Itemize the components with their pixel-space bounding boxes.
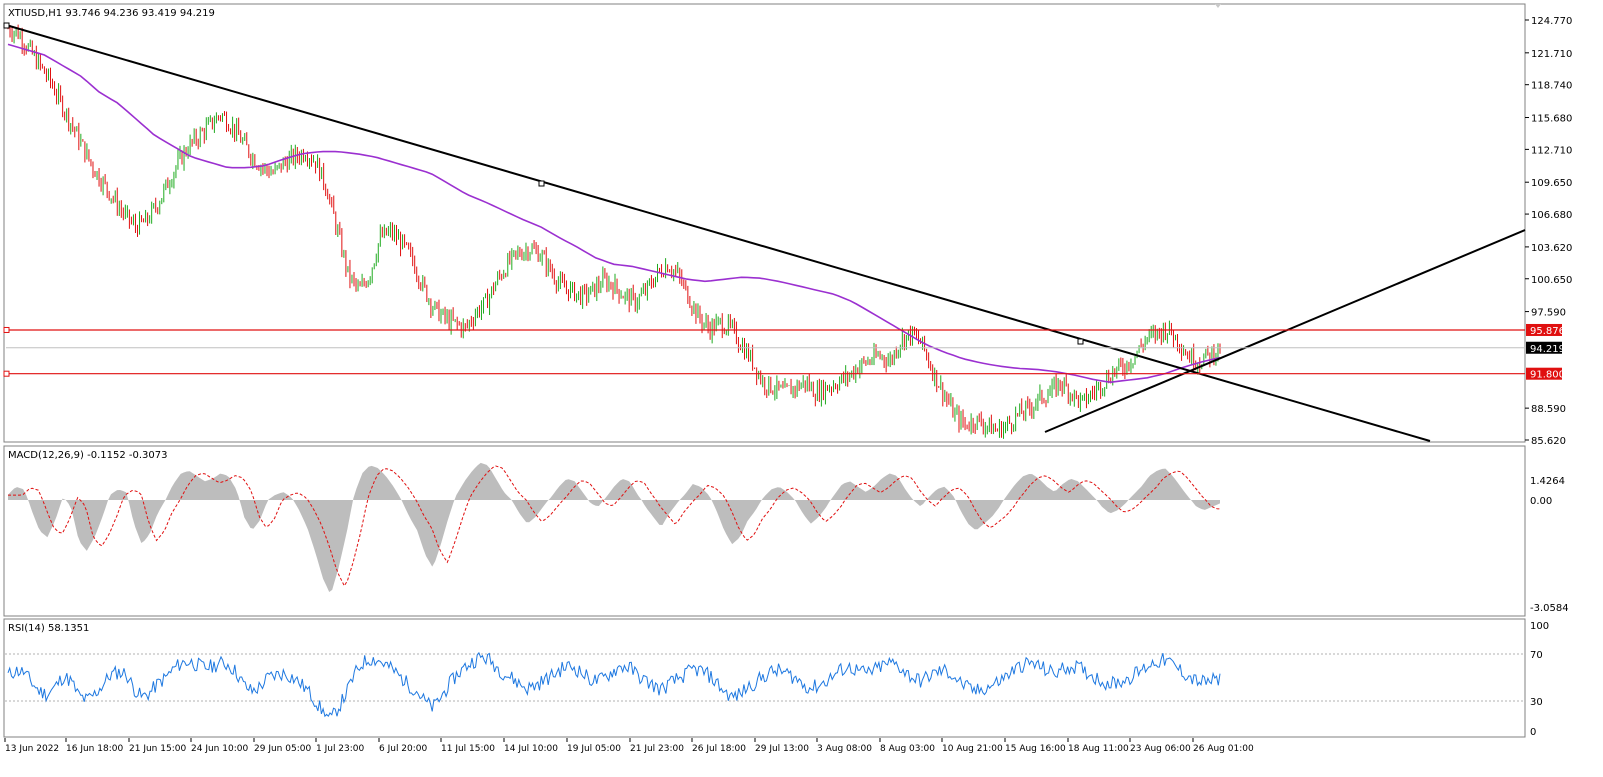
time-axis-label: 18 Aug 11:00 [1068,744,1129,754]
time-axis-label: 11 Jul 15:00 [441,744,495,754]
price-axis-tick-label: 118.740 [1531,81,1572,92]
level-handle[interactable] [3,370,10,377]
chart-symbol-header: XTIUSD,H1 93.746 94.236 93.419 94.219 [8,8,215,19]
trendline-anchor[interactable] [1077,338,1084,345]
price-panel[interactable]: XTIUSD,H1 93.746 94.236 93.419 94.219 [3,3,1526,443]
time-axis-label: 29 Jun 05:00 [254,744,311,754]
support-price-label: 91.800 [1530,370,1565,381]
time-axis-label: 26 Aug 01:00 [1193,744,1254,754]
price-axis-tags: 95.876 94.219 91.800 [1526,323,1565,381]
price-axis-tick-label: 112.710 [1531,145,1572,156]
time-axis-label: 29 Jul 13:00 [755,744,809,754]
time-axis-label: 21 Jun 15:00 [129,744,186,754]
price-axis-tick-label: 106.680 [1531,210,1572,221]
time-axis-label: 15 Aug 16:00 [1005,744,1066,754]
resistance-price-label: 95.876 [1530,326,1565,337]
time-axis-label: 13 Jun 2022 [5,744,59,754]
time-axis-label: 8 Aug 03:00 [880,744,935,754]
macd-tick: 0.00 [1530,496,1552,507]
time-axis-label: 6 Jul 20:00 [379,744,428,754]
price-axis-tick-label: 97.590 [1531,308,1566,319]
price-axis-tick-label: 88.590 [1531,404,1566,415]
macd-panel-frame [3,445,1526,617]
time-axis-label: 1 Jul 23:00 [316,744,365,754]
price-axis-tick-label: 115.680 [1531,114,1572,125]
macd-tick: -3.0584 [1530,603,1569,614]
price-axis-tick-label: 103.620 [1531,243,1572,254]
price-axis-tick-label: 124.770 [1531,16,1572,27]
time-axis-label: 3 Aug 08:00 [817,744,872,754]
level-handle[interactable] [3,326,10,333]
time-axis-label: 14 Jul 10:00 [504,744,558,754]
rsi-tick: 30 [1530,697,1543,708]
rsi-tick: 70 [1530,650,1543,661]
time-axis-label: 24 Jun 10:00 [191,744,248,754]
trading-chart[interactable]: XTIUSD,H1 93.746 94.236 93.419 94.219 12… [0,0,1603,777]
price-panel-frame [3,3,1526,443]
rsi-header: RSI(14) 58.1351 [8,623,89,634]
price-axis-tick-label: 109.650 [1531,178,1572,189]
rsi-tick: 100 [1530,621,1549,632]
rsi-panel-frame [3,618,1526,738]
time-axis-label: 23 Aug 06:00 [1130,744,1191,754]
macd-tick: 1.4264 [1530,476,1565,487]
time-axis-label: 19 Jul 05:00 [567,744,621,754]
macd-panel[interactable]: MACD(12,26,9) -0.1152 -0.3073 1.4264 0.0… [3,445,1569,617]
time-axis-label: 21 Jul 23:00 [630,744,684,754]
time-axis-label: 16 Jun 18:00 [66,744,123,754]
macd-header: MACD(12,26,9) -0.1152 -0.3073 [8,450,168,461]
price-axis-tick-label: 85.620 [1531,436,1566,447]
rsi-panel[interactable]: RSI(14) 58.1351 100 70 30 0 [3,618,1549,738]
rsi-tick: 0 [1530,727,1536,738]
trendline-anchor[interactable] [538,180,545,187]
time-axis-label: 10 Aug 21:00 [942,744,1003,754]
price-axis-tick-label: 121.710 [1531,49,1572,60]
price-axis-tick-label: 100.650 [1531,275,1572,286]
current-price-label: 94.219 [1530,344,1565,355]
trendline-anchor[interactable] [3,22,10,29]
time-axis-label: 26 Jul 18:00 [692,744,746,754]
